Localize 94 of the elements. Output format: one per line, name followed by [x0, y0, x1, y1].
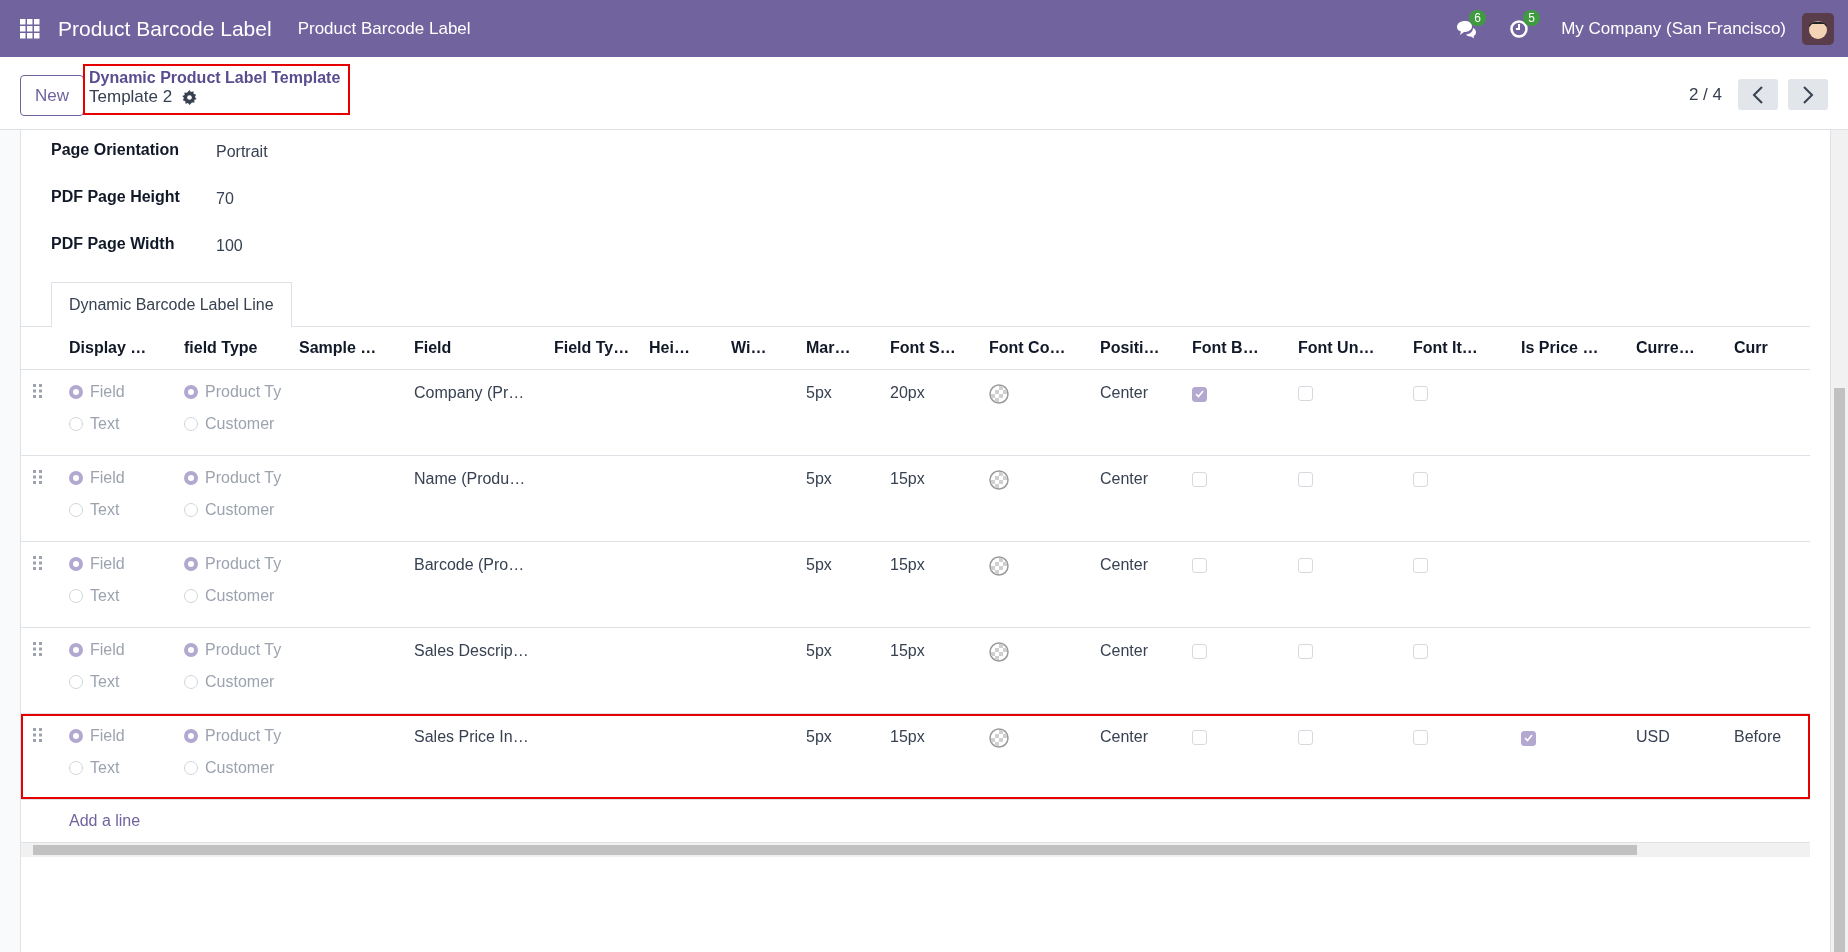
settings-icon[interactable]	[182, 89, 198, 105]
chevron-right-icon	[1802, 85, 1814, 104]
notification-badge: 6	[1469, 9, 1486, 26]
column-header[interactable]: Sample …	[299, 339, 377, 356]
checkbox[interactable]	[1413, 386, 1428, 401]
app-title[interactable]: Product Barcode Label	[58, 16, 272, 41]
column-header[interactable]: Field Ty…	[554, 339, 630, 356]
table-cell: 20px	[890, 384, 925, 401]
column-header[interactable]: Wi…	[731, 339, 767, 356]
table-cell: 15px	[890, 470, 925, 487]
table-cell: Sales Price In…	[414, 728, 529, 745]
table-cell: Center	[1100, 470, 1149, 487]
checkbox[interactable]	[1298, 386, 1313, 401]
table-cell: Center	[1100, 384, 1149, 401]
table-cell: 5px	[806, 384, 832, 401]
checkbox[interactable]	[1192, 644, 1207, 659]
color-swatch-icon[interactable]	[989, 642, 1009, 662]
checkbox[interactable]	[1521, 730, 1536, 746]
column-header[interactable]: Curr	[1734, 339, 1768, 356]
column-header[interactable]: Positi…	[1100, 339, 1160, 356]
add-line-link[interactable]: Add a line	[69, 812, 141, 829]
checkbox[interactable]	[1298, 644, 1313, 659]
table-cell: Before	[1734, 728, 1782, 745]
column-header[interactable]: Mar…	[806, 339, 851, 356]
drag-handle-icon[interactable]	[33, 470, 42, 485]
table-cell: Center	[1100, 642, 1149, 659]
checkbox[interactable]	[1192, 558, 1207, 573]
table-cell: Barcode (Pro…	[414, 556, 525, 573]
color-swatch-icon[interactable]	[989, 728, 1009, 748]
field-label: PDF Page Width	[51, 234, 176, 253]
check-icon	[1195, 390, 1204, 398]
avatar-icon[interactable]	[1802, 12, 1834, 45]
field-label: Page Orientation	[51, 140, 181, 159]
check-icon	[1524, 734, 1533, 742]
table-cell: Center	[1100, 728, 1149, 745]
checkbox[interactable]	[1192, 730, 1207, 745]
previous-button[interactable]	[1738, 79, 1778, 110]
drag-handle-icon[interactable]	[33, 642, 42, 657]
column-header[interactable]: Font It…	[1413, 339, 1478, 356]
notification-badge: 5	[1523, 9, 1540, 26]
table-cell: 15px	[890, 642, 925, 659]
table-cell: 15px	[890, 556, 925, 573]
checkbox[interactable]	[1413, 730, 1428, 745]
company-name[interactable]: My Company (San Francisco)	[1561, 18, 1786, 39]
column-header[interactable]: Is Price …	[1521, 339, 1599, 356]
chevron-left-icon	[1752, 85, 1764, 104]
table-cell: Center	[1100, 556, 1149, 573]
clock-icon[interactable]	[1509, 18, 1530, 39]
table-cell: 5px	[806, 728, 832, 745]
apps-menu-icon[interactable]	[20, 18, 40, 39]
field-label: PDF Page Height	[51, 187, 181, 206]
new-button[interactable]: New	[20, 75, 84, 116]
color-swatch-icon[interactable]	[989, 556, 1009, 576]
checkbox[interactable]	[1192, 472, 1207, 487]
column-header[interactable]: Curre…	[1636, 339, 1695, 356]
checkbox[interactable]	[1413, 558, 1428, 573]
scrollbar[interactable]	[1831, 130, 1848, 952]
scrollbar[interactable]	[21, 842, 1810, 857]
checkbox[interactable]	[1298, 472, 1313, 487]
field-value[interactable]: 70	[216, 185, 268, 208]
table-cell: 15px	[890, 728, 925, 745]
next-button[interactable]	[1788, 79, 1828, 110]
drag-handle-icon[interactable]	[33, 384, 42, 399]
checkbox[interactable]	[1413, 644, 1428, 659]
column-header[interactable]: Font Un…	[1298, 339, 1375, 356]
checkbox[interactable]	[1298, 558, 1313, 573]
checkbox[interactable]	[1298, 730, 1313, 745]
column-header[interactable]: Font Co…	[989, 339, 1066, 356]
column-header[interactable]: Hei…	[649, 339, 690, 356]
drag-handle-icon[interactable]	[33, 556, 42, 571]
column-header[interactable]: Font B…	[1192, 339, 1259, 356]
breadcrumb-link[interactable]: Dynamic Product Label Template	[89, 69, 341, 87]
table-cell: 5px	[806, 642, 832, 659]
column-header[interactable]: Display …	[69, 339, 147, 356]
table-cell: Company (Pr…	[414, 384, 525, 401]
drag-handle-icon[interactable]	[33, 728, 42, 743]
table-cell: Name (Produ…	[414, 470, 526, 487]
checkbox[interactable]	[1413, 472, 1428, 487]
pager-value: 2 / 4	[1688, 84, 1722, 105]
menu-item[interactable]: Product Barcode Label	[297, 18, 471, 39]
table-cell: 5px	[806, 556, 832, 573]
tab[interactable]: Dynamic Barcode Label Line	[51, 282, 292, 327]
table-cell: USD	[1636, 728, 1670, 745]
record-title: Template 2	[89, 87, 173, 107]
field-value[interactable]: 100	[216, 232, 268, 255]
field-value[interactable]: Portrait	[216, 138, 268, 161]
color-swatch-icon[interactable]	[989, 470, 1009, 490]
color-swatch-icon[interactable]	[989, 384, 1009, 404]
column-header[interactable]: Field	[414, 339, 452, 356]
table-cell: 5px	[806, 470, 832, 487]
column-header[interactable]: Font S…	[890, 339, 956, 356]
checkbox[interactable]	[1192, 386, 1207, 402]
table-cell: Sales Descrip…	[414, 642, 529, 659]
column-header[interactable]: field Type	[184, 339, 258, 356]
